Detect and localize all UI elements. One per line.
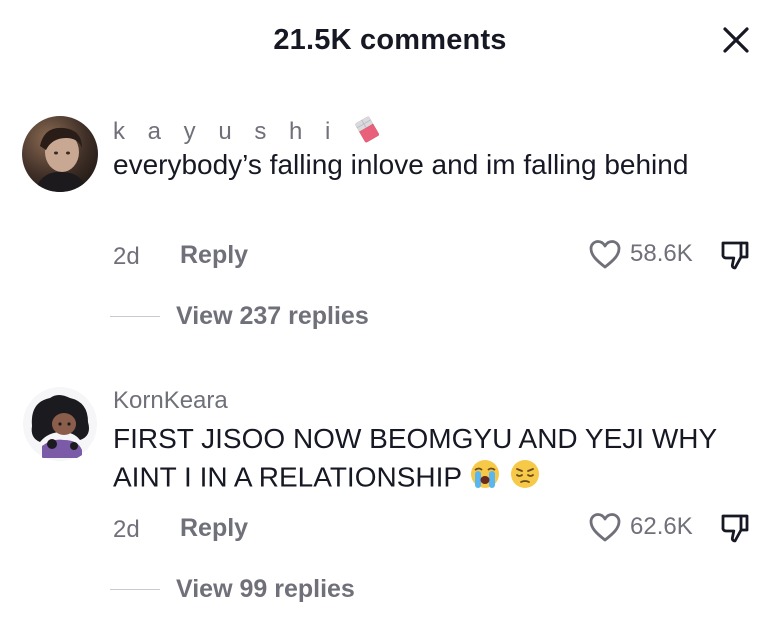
view-replies-button[interactable]: View 237 replies (110, 302, 369, 331)
heart-icon (589, 240, 621, 269)
like-button[interactable]: 58.6K (588, 238, 693, 270)
pensive-face-emoji (509, 458, 541, 500)
thumbs-down-icon (721, 241, 749, 270)
divider-line (110, 316, 160, 317)
loudly-crying-face-emoji (469, 458, 501, 500)
like-count: 58.6K (630, 240, 693, 267)
reply-button[interactable]: Reply (180, 241, 248, 270)
close-button[interactable] (718, 22, 754, 58)
like-count: 62.6K (630, 513, 693, 540)
like-button[interactable]: 62.6K (588, 511, 693, 543)
close-icon (723, 27, 749, 53)
comment-text: everybody’s falling inlove and im fallin… (113, 149, 689, 180)
comments-count-title: 21.5K comments (273, 24, 507, 56)
comments-header: 21.5K comments (0, 0, 780, 84)
view-replies-label: View 99 replies (176, 575, 355, 603)
divider-line (110, 589, 160, 590)
username-text: k a y u s h i (113, 117, 339, 145)
dislike-button[interactable] (718, 511, 752, 545)
reply-button[interactable]: Reply (180, 514, 248, 543)
heart-icon (589, 513, 621, 542)
dislike-button[interactable] (718, 238, 752, 272)
comment-text: FIRST JISOO NOW BEOMGYU AND YEJI WHY AIN… (113, 420, 763, 500)
view-replies-label: View 237 replies (176, 302, 369, 330)
thumbs-down-icon (721, 514, 749, 543)
comment-timestamp: 2d (113, 243, 140, 270)
avatar[interactable] (22, 386, 98, 462)
comment-timestamp: 2d (113, 516, 140, 543)
view-replies-button[interactable]: View 99 replies (110, 575, 355, 604)
comment-username[interactable]: KornKeara (113, 387, 228, 415)
comment-text-body: FIRST JISOO NOW BEOMGYU AND YEJI WHY AIN… (113, 423, 717, 493)
avatar[interactable] (22, 116, 98, 192)
